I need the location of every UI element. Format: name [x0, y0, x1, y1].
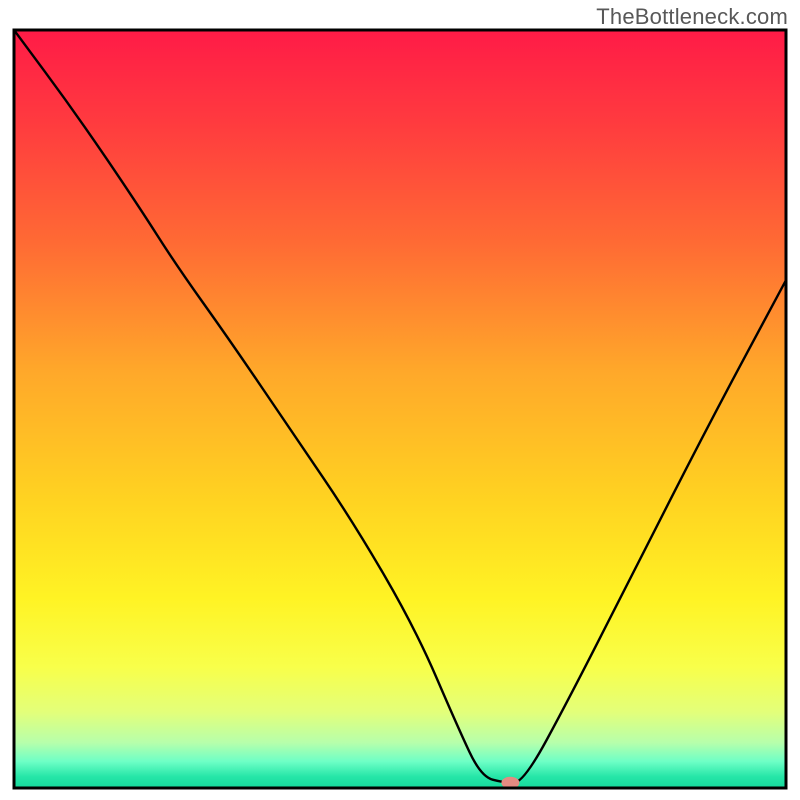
gradient-background	[14, 30, 786, 788]
bottleneck-chart	[0, 0, 800, 800]
watermark-label: TheBottleneck.com	[596, 4, 788, 30]
